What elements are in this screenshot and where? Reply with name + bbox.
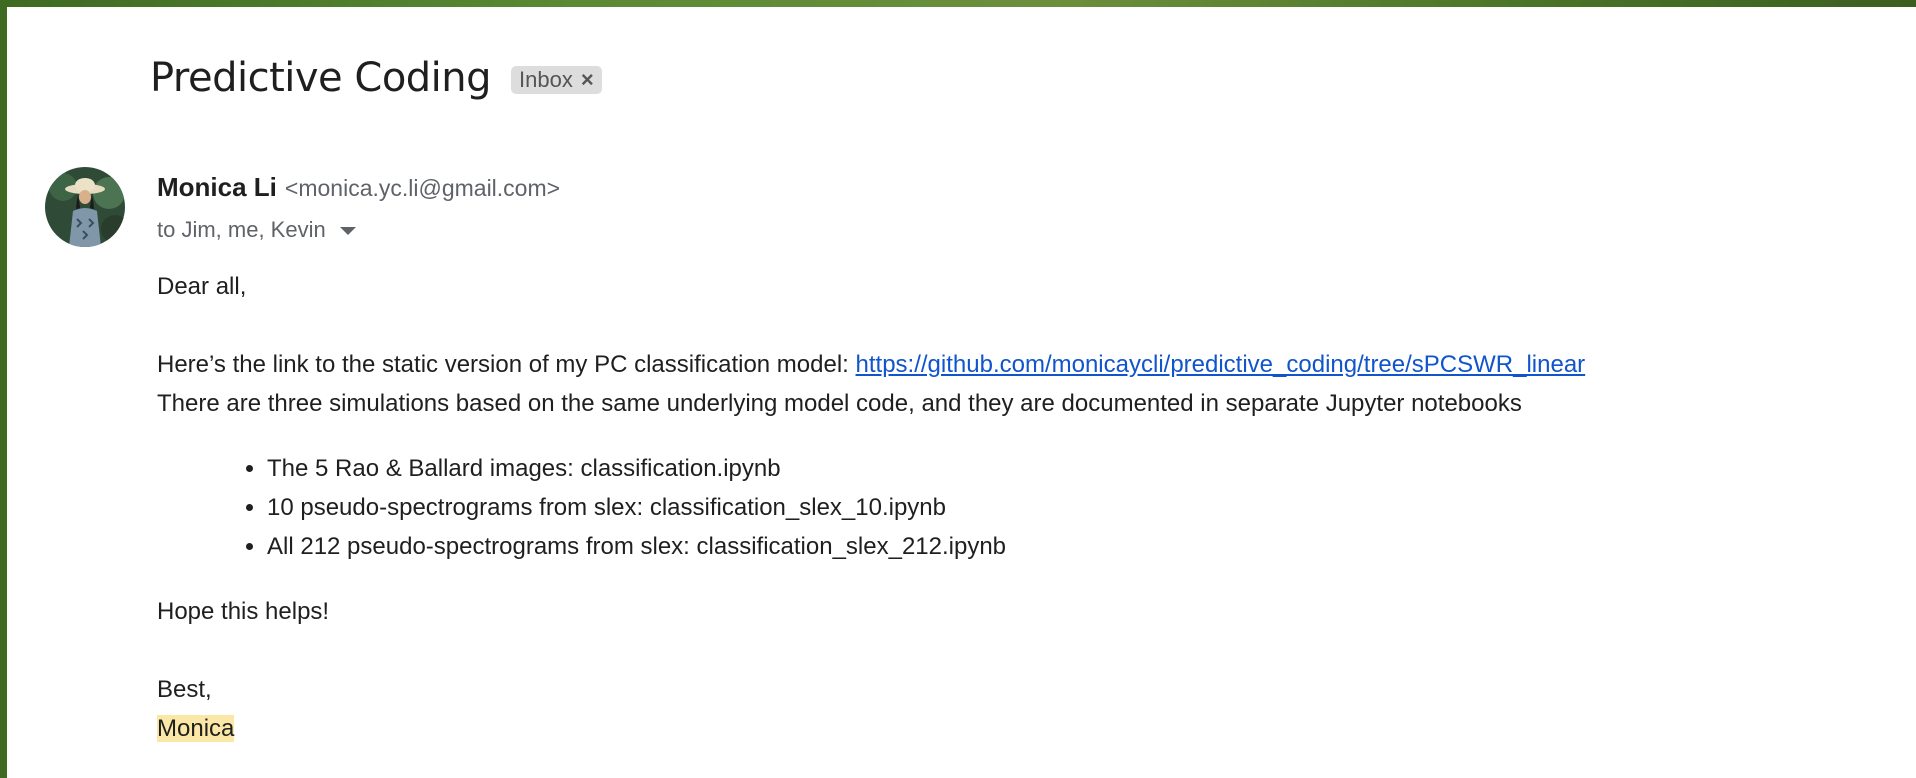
github-link[interactable]: https://github.com/monicaycli/predictive… (856, 351, 1586, 378)
signoff-text: Best, (157, 676, 212, 703)
remove-label-icon[interactable]: × (581, 67, 594, 93)
avatar[interactable] (45, 167, 125, 247)
intro-text: Here’s the link to the static version of… (157, 351, 856, 378)
greeting: Dear all, (157, 273, 247, 300)
signature-line: Monica (157, 709, 1877, 748)
closing-text: Hope this helps! (157, 598, 330, 625)
list-item: The 5 Rao & Ballard images: classificati… (267, 449, 1877, 488)
sender-name[interactable]: Monica Li (157, 172, 277, 203)
inbox-label-chip[interactable]: Inbox × (511, 66, 602, 94)
recipients-text: to Jim, me, Kevin (157, 217, 326, 242)
avatar-photo-icon (45, 167, 125, 247)
list-item: All 212 pseudo-spectrograms from slex: c… (267, 527, 1877, 566)
recipients-line[interactable]: to Jim, me, Kevin (157, 217, 560, 243)
list-item: 10 pseudo-spectrograms from slex: classi… (267, 488, 1877, 527)
sender-email: <monica.yc.li@gmail.com> (284, 175, 561, 201)
email-body: Dear all, Here’s the link to the static … (157, 267, 1877, 748)
subject-row: Predictive Coding Inbox × (150, 55, 602, 101)
intro-paragraph: Here’s the link to the static version of… (157, 345, 1877, 384)
label-text: Inbox (519, 67, 573, 92)
sender-line: Monica Li <monica.yc.li@gmail.com> (157, 172, 560, 203)
sender-block: Monica Li <monica.yc.li@gmail.com> to Ji… (157, 172, 560, 243)
caret-down-icon[interactable] (339, 227, 356, 235)
email-view: Predictive Coding Inbox × Monica Li <mon… (7, 7, 1916, 778)
description-text: There are three simulations based on the… (157, 390, 1522, 417)
signature-name: Monica (157, 715, 235, 742)
notebook-list: The 5 Rao & Ballard images: classificati… (157, 449, 1877, 566)
email-subject: Predictive Coding (150, 55, 492, 101)
